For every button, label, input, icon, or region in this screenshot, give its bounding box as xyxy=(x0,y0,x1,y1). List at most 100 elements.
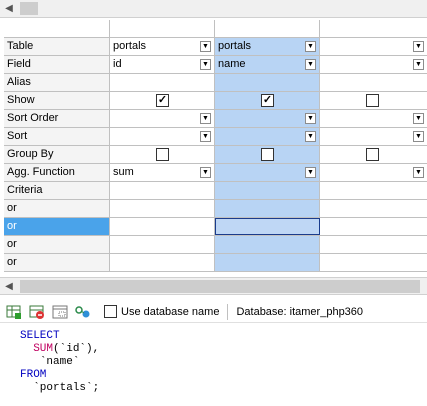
show-checkbox-2[interactable]: ✓ xyxy=(261,94,274,107)
column-header-1[interactable] xyxy=(110,20,215,37)
or-cell[interactable] xyxy=(110,218,215,235)
alias-cell-1[interactable] xyxy=(110,74,215,91)
show-checkbox-1[interactable]: ✓ xyxy=(156,94,169,107)
sort-select-3[interactable]: ▼ xyxy=(320,128,427,145)
or-cell[interactable] xyxy=(215,200,320,217)
sql-keyword-from: FROM xyxy=(20,369,47,381)
grid-row-criteria: Criteria xyxy=(4,182,427,200)
row-label: or xyxy=(4,218,110,235)
remove-table-icon[interactable] xyxy=(29,304,45,320)
dropdown-arrow-icon[interactable]: ▼ xyxy=(413,59,424,70)
dropdown-arrow-icon[interactable]: ▼ xyxy=(305,131,316,142)
table-select-3[interactable]: ▼ xyxy=(320,38,427,55)
or-cell[interactable] xyxy=(320,236,427,253)
group-by-cell-2 xyxy=(215,146,320,163)
grid-row-or-4: or xyxy=(4,254,427,272)
top-horizontal-scrollbar[interactable]: ◀ xyxy=(0,0,427,18)
or-cell[interactable] xyxy=(320,218,427,235)
scroll-thumb[interactable] xyxy=(20,280,420,293)
dropdown-arrow-icon[interactable]: ▼ xyxy=(305,41,316,52)
grid-row-or-3: or xyxy=(4,236,427,254)
alias-cell-2[interactable] xyxy=(215,74,320,91)
grid-row-or-1: or xyxy=(4,200,427,218)
row-label: Show xyxy=(4,92,110,109)
sql-function-sum: SUM xyxy=(33,343,54,355)
agg-function-select-3[interactable]: ▼ xyxy=(320,164,427,181)
row-label: or xyxy=(4,254,110,271)
dropdown-arrow-icon[interactable]: ▼ xyxy=(200,113,211,124)
grid-row-agg-function: Agg. Function sum ▼ ▼ ▼ xyxy=(4,164,427,182)
group-by-checkbox-3[interactable] xyxy=(366,148,379,161)
use-database-name-toggle[interactable]: Use database name xyxy=(104,305,219,318)
query-design-grid: Table portals ▼ portals ▼ ▼ Field id ▼ name… xyxy=(4,20,427,272)
criteria-cell-3[interactable] xyxy=(320,182,427,199)
show-checkbox-3[interactable] xyxy=(366,94,379,107)
sql-toolbar: Use database name Database: itamer_php36… xyxy=(0,301,427,323)
bottom-horizontal-scrollbar[interactable]: ◀ xyxy=(0,277,427,295)
alias-cell-3[interactable] xyxy=(320,74,427,91)
dropdown-arrow-icon[interactable]: ▼ xyxy=(200,131,211,142)
column-header-3[interactable] xyxy=(320,20,427,37)
table-view-icon[interactable] xyxy=(52,304,68,320)
scroll-left-arrow-icon[interactable]: ◀ xyxy=(0,0,18,17)
sort-order-select-3[interactable]: ▼ xyxy=(320,110,427,127)
dropdown-arrow-icon[interactable]: ▼ xyxy=(413,41,424,52)
cell-value: sum xyxy=(113,166,134,178)
or-cell[interactable] xyxy=(110,236,215,253)
dropdown-arrow-icon[interactable]: ▼ xyxy=(413,113,424,124)
sort-select-1[interactable]: ▼ xyxy=(110,128,215,145)
cell-value: portals xyxy=(113,40,147,52)
or-cell[interactable] xyxy=(215,254,320,271)
field-select-1[interactable]: id ▼ xyxy=(110,56,215,73)
sql-text: (`id`), xyxy=(53,343,100,355)
relation-icon[interactable] xyxy=(75,304,91,320)
scroll-thumb[interactable] xyxy=(20,2,38,15)
row-label: Criteria xyxy=(4,182,110,199)
dropdown-arrow-icon[interactable]: ▼ xyxy=(200,167,211,178)
sql-editor[interactable]: SELECT SUM(`id`), `name` FROM `portals`; xyxy=(20,330,99,395)
cell-value: id xyxy=(113,58,122,70)
criteria-cell-1[interactable] xyxy=(110,182,215,199)
sql-keyword-select: SELECT xyxy=(20,330,60,342)
dropdown-arrow-icon[interactable]: ▼ xyxy=(413,131,424,142)
or-cell[interactable] xyxy=(110,254,215,271)
group-by-checkbox-2[interactable] xyxy=(261,148,274,161)
or-cell[interactable] xyxy=(110,200,215,217)
dropdown-arrow-icon[interactable]: ▼ xyxy=(413,167,424,178)
grid-header-row xyxy=(4,20,427,38)
grid-row-sort: Sort ▼ ▼ ▼ xyxy=(4,128,427,146)
agg-function-select-2[interactable]: ▼ xyxy=(215,164,320,181)
scroll-left-arrow-icon[interactable]: ◀ xyxy=(0,278,18,295)
cell-value: portals xyxy=(218,40,252,52)
or-cell[interactable] xyxy=(320,200,427,217)
sql-text: `portals`; xyxy=(33,382,100,394)
table-select-1[interactable]: portals ▼ xyxy=(110,38,215,55)
or-cell[interactable] xyxy=(215,236,320,253)
or-cell[interactable] xyxy=(320,254,427,271)
sort-select-2[interactable]: ▼ xyxy=(215,128,320,145)
dropdown-arrow-icon[interactable]: ▼ xyxy=(200,41,211,52)
add-table-icon[interactable] xyxy=(6,304,22,320)
column-header-2[interactable] xyxy=(215,20,320,37)
or-cell-active[interactable] xyxy=(215,218,320,235)
use-database-name-label: Use database name xyxy=(121,305,220,318)
dropdown-arrow-icon[interactable]: ▼ xyxy=(200,59,211,70)
row-label: Alias xyxy=(4,74,110,91)
dropdown-arrow-icon[interactable]: ▼ xyxy=(305,167,316,178)
dropdown-arrow-icon[interactable]: ▼ xyxy=(305,113,316,124)
show-cell-3 xyxy=(320,92,427,109)
show-cell-1: ✓ xyxy=(110,92,215,109)
agg-function-select-1[interactable]: sum ▼ xyxy=(110,164,215,181)
use-database-name-checkbox[interactable] xyxy=(104,305,117,318)
row-label: or xyxy=(4,200,110,217)
table-select-2[interactable]: portals ▼ xyxy=(215,38,320,55)
field-select-3[interactable]: ▼ xyxy=(320,56,427,73)
sort-order-select-2[interactable]: ▼ xyxy=(215,110,320,127)
group-by-checkbox-1[interactable] xyxy=(156,148,169,161)
dropdown-arrow-icon[interactable]: ▼ xyxy=(305,59,316,70)
criteria-cell-2[interactable] xyxy=(215,182,320,199)
sort-order-select-1[interactable]: ▼ xyxy=(110,110,215,127)
toolbar-separator xyxy=(227,303,229,320)
field-select-2[interactable]: name ▼ xyxy=(215,56,320,73)
grid-row-group-by: Group By xyxy=(4,146,427,164)
